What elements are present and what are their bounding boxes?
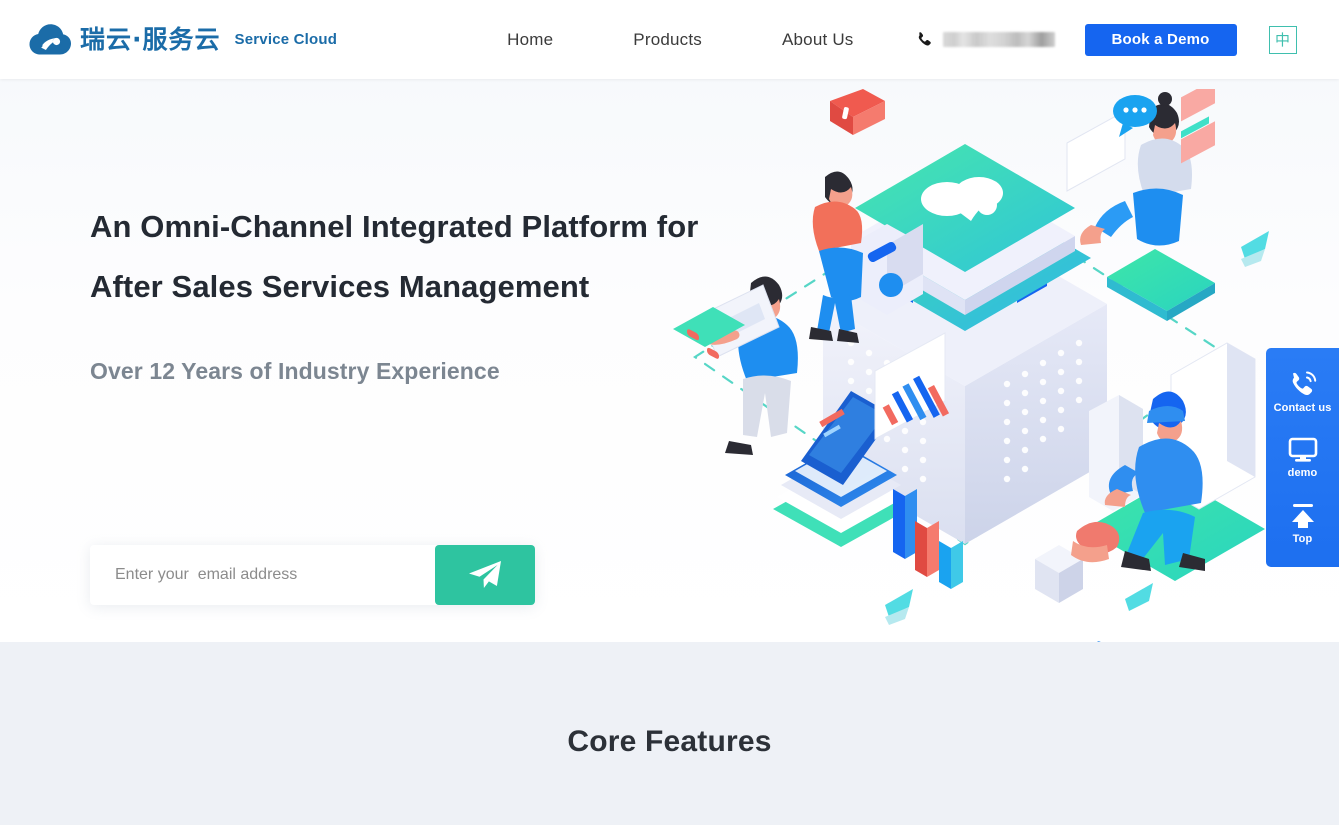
site-header: 瑞云·服务云 Service Cloud Home Products About… [0, 0, 1339, 79]
send-paper-plane-icon [466, 558, 504, 593]
nav-home[interactable]: Home [467, 30, 593, 50]
side-contact-us[interactable]: Contact us [1274, 370, 1332, 414]
monitor-icon [1288, 437, 1318, 463]
arrow-up-icon [1288, 503, 1318, 529]
isometric-service-platform-illustration [655, 79, 1275, 642]
logo-cn-text: 瑞云·服务云 [80, 25, 221, 54]
email-subscribe-form [90, 545, 535, 605]
phone-number-redacted [942, 32, 1055, 47]
logo-en-text: Service Cloud [234, 31, 338, 48]
cloud-logo-icon [28, 23, 72, 57]
side-contact-us-label: Contact us [1273, 401, 1332, 414]
side-back-to-top[interactable]: Top [1288, 503, 1318, 545]
book-a-demo-button[interactable]: Book a Demo [1084, 23, 1237, 56]
illustration-person-right-top [1066, 92, 1215, 321]
email-input[interactable] [90, 545, 435, 605]
hero-title-line-2: After Sales Services Management [90, 269, 590, 304]
nav-about-us[interactable]: About Us [742, 30, 894, 50]
phone-ring-icon [1288, 370, 1318, 398]
core-features-title: Core Features [567, 725, 772, 758]
side-demo-label: demo [1287, 467, 1318, 480]
side-back-to-top-label: Top [1292, 533, 1313, 546]
site-logo[interactable]: 瑞云·服务云 Service Cloud [28, 23, 337, 57]
page-root: 瑞云·服务云 Service Cloud Home Products About… [0, 0, 1339, 825]
main-navigation: Home Products About Us [467, 30, 893, 50]
hero-section: An Omni-Channel Integrated Platform for … [0, 79, 1339, 642]
phone-icon [916, 31, 934, 49]
core-features-section: Core Features [0, 642, 1339, 825]
floating-side-widget: Contact us demo Top [1266, 348, 1339, 567]
language-toggle-button[interactable]: 中 [1268, 25, 1297, 54]
side-demo[interactable]: demo [1288, 437, 1318, 479]
hero-title-line-1: An Omni-Channel Integrated Platform for [90, 209, 699, 244]
illustration-small-box [1035, 545, 1083, 603]
subscribe-send-button[interactable] [435, 545, 535, 605]
illustration-red-folders [830, 89, 885, 135]
header-phone[interactable] [916, 31, 1055, 49]
nav-products[interactable]: Products [593, 30, 742, 50]
